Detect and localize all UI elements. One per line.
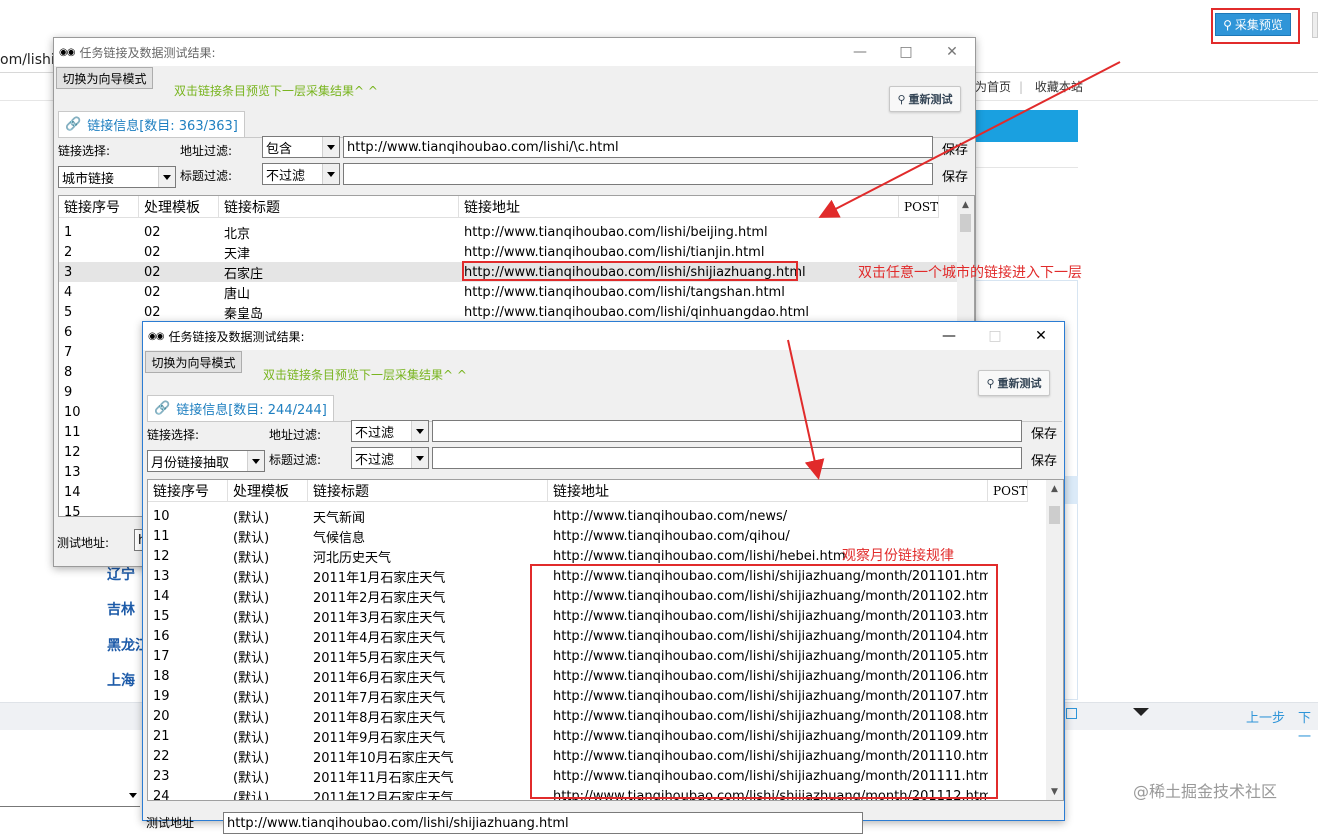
arrow-to-city-link: [818, 61, 1121, 218]
arrow-to-month-links: [787, 339, 825, 480]
annotation-arrows: [787, 61, 1121, 480]
